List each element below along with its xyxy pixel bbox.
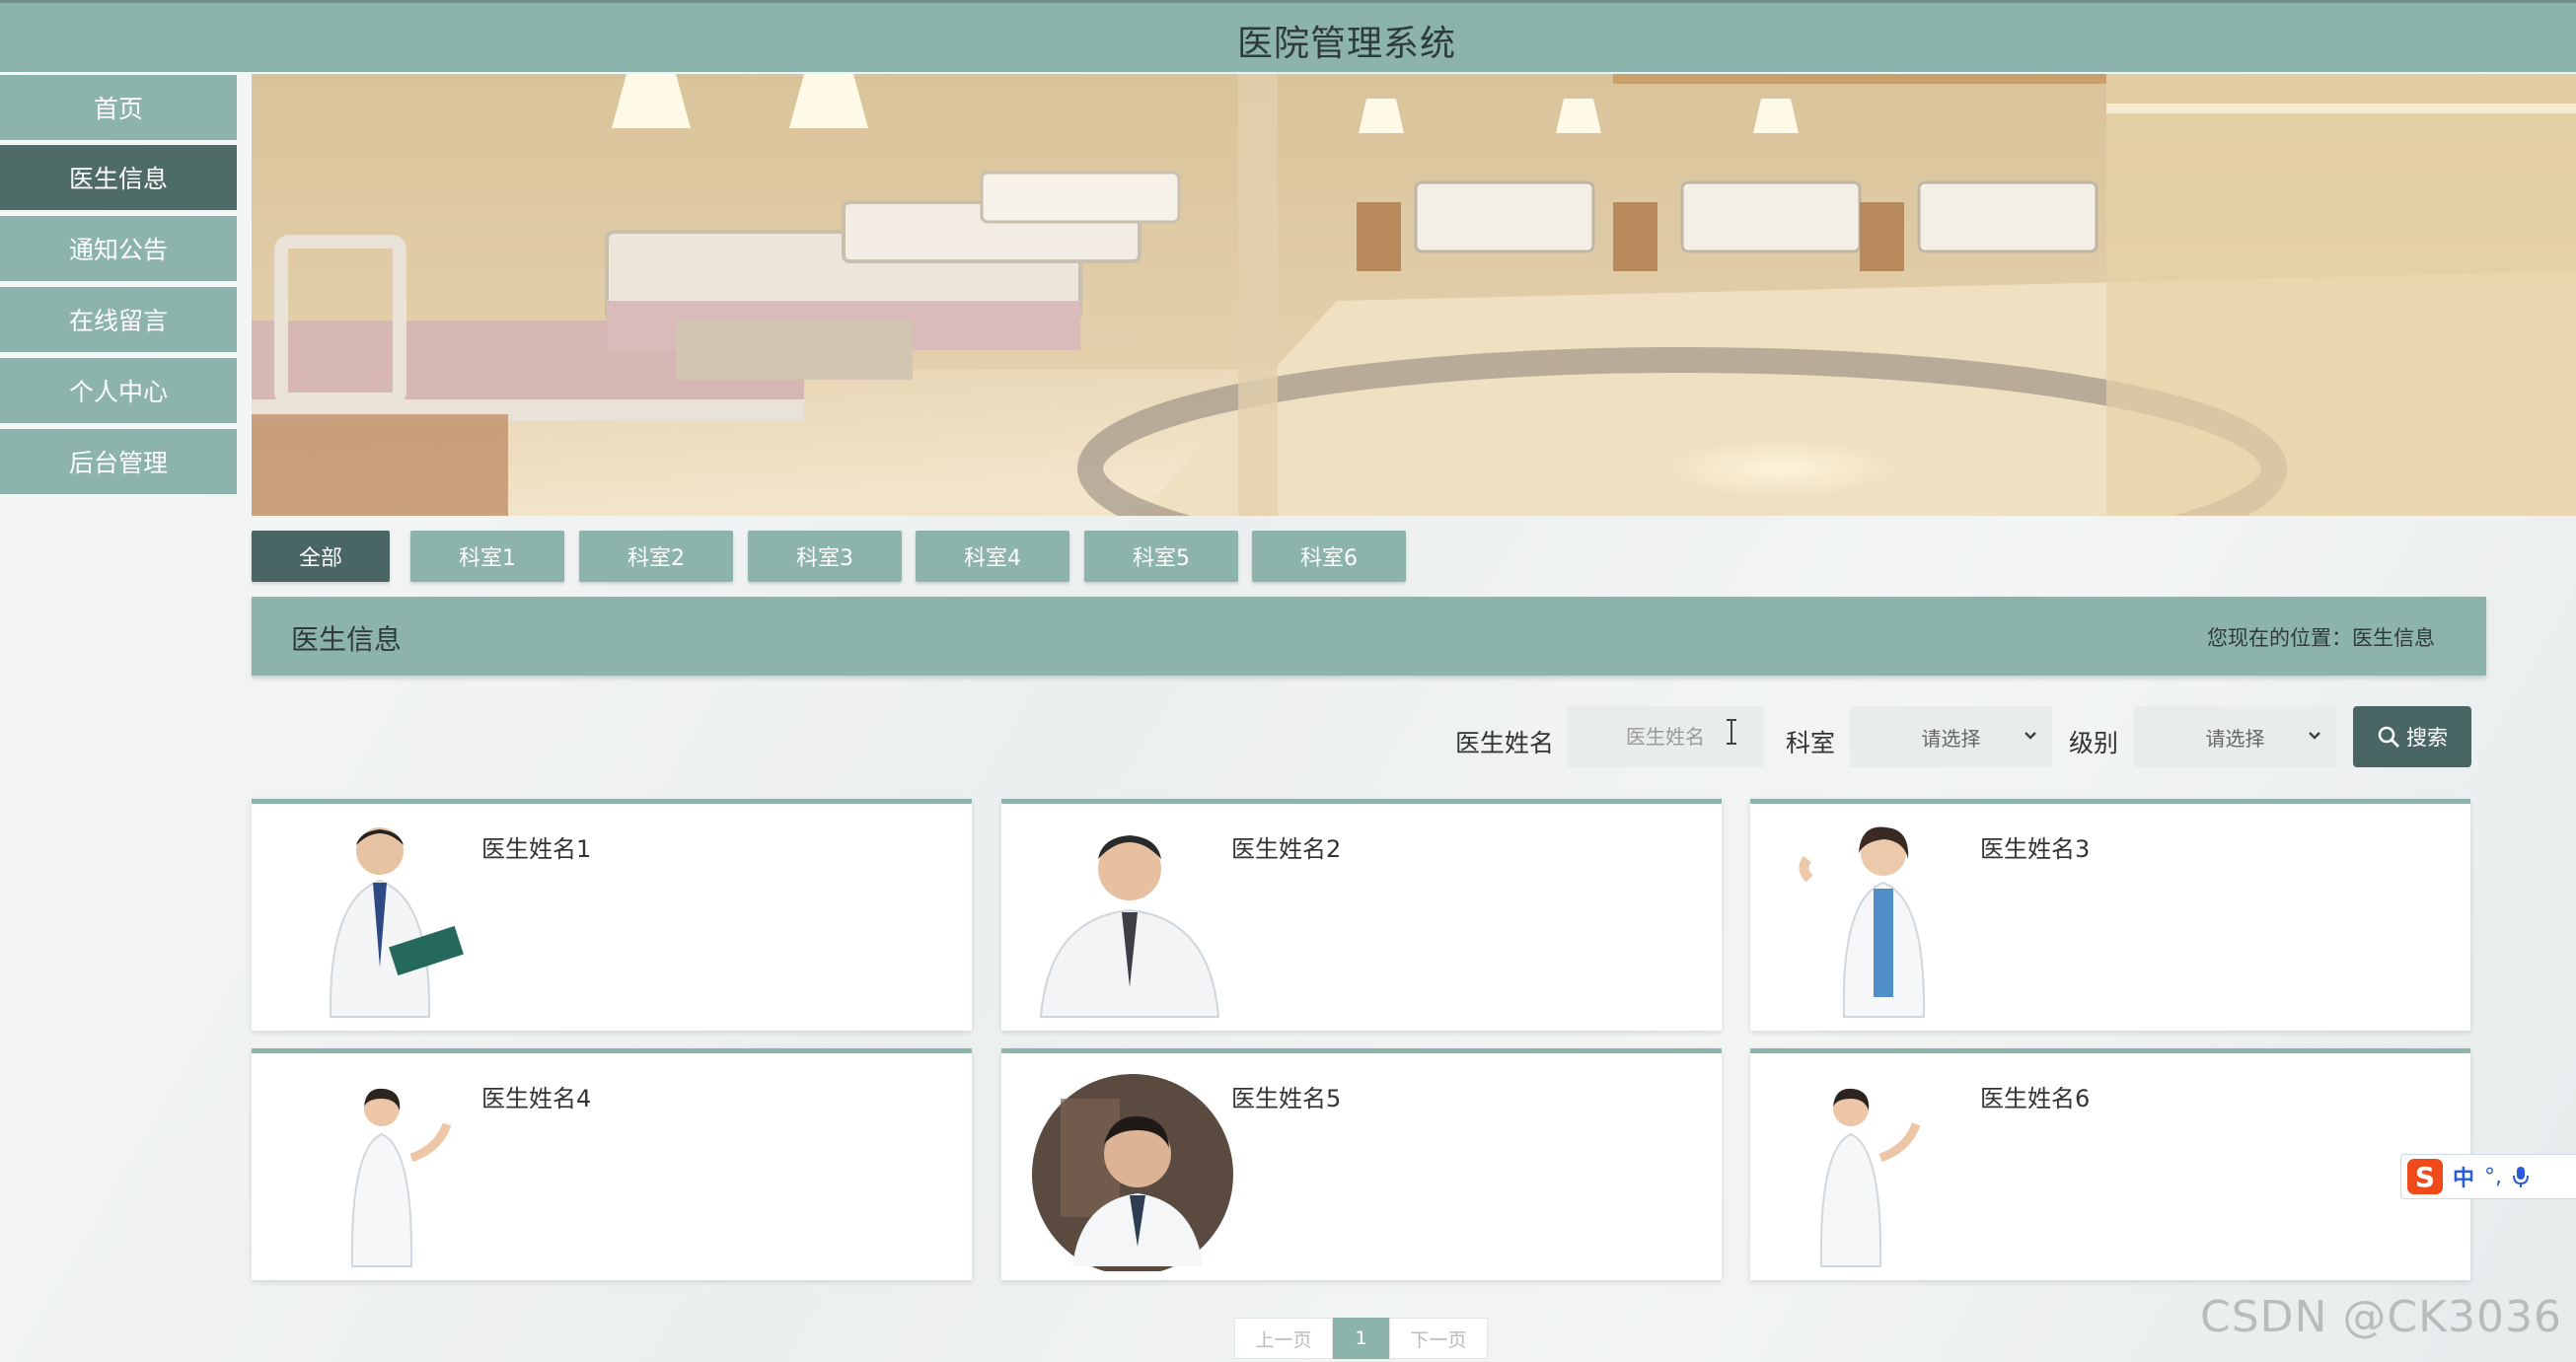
sidebar-item-notices[interactable]: 通知公告 xyxy=(0,216,237,281)
app-header: 医院管理系统 xyxy=(0,0,2576,72)
prev-page-button[interactable]: 上一页 xyxy=(1234,1318,1333,1359)
doctor-photo xyxy=(1021,1069,1238,1271)
sidebar-item-profile[interactable]: 个人中心 xyxy=(0,358,237,423)
chevron-down-icon xyxy=(2024,732,2036,740)
tab-dept-3[interactable]: 科室3 xyxy=(748,531,902,582)
doctor-name: 医生姓名6 xyxy=(1980,1085,2091,1112)
ime-toolbar[interactable]: S 中 °, xyxy=(2400,1154,2576,1199)
section-header: 医生信息 您现在的位置：医生信息 xyxy=(252,597,2486,676)
level-select[interactable]: 请选择 xyxy=(2134,706,2336,767)
doctor-photo xyxy=(1770,820,1987,1022)
ime-punctuation-toggle[interactable]: °, xyxy=(2484,1165,2502,1189)
doctor-card[interactable]: 医生姓名5 xyxy=(1001,1048,1722,1280)
search-bar: 医生姓名 科室 请选择 级别 请选择 搜索 xyxy=(0,706,2576,769)
department-select-value: 请选择 xyxy=(1921,726,1981,751)
chevron-down-icon xyxy=(2309,732,2320,740)
doctor-name: 医生姓名3 xyxy=(1980,835,2091,863)
search-button[interactable]: 搜索 xyxy=(2353,706,2471,767)
breadcrumb: 您现在的位置：医生信息 xyxy=(2207,626,2435,650)
csdn-watermark: CSDN @CK3036 xyxy=(2200,1292,2562,1342)
level-select-value: 请选择 xyxy=(2205,726,2265,751)
ime-language-toggle[interactable]: 中 xyxy=(2453,1161,2474,1192)
tab-dept-1[interactable]: 科室1 xyxy=(410,531,564,582)
sidebar-item-home[interactable]: 首页 xyxy=(0,75,237,140)
level-label: 级别 xyxy=(2069,729,2119,757)
page-number-button[interactable]: 1 xyxy=(1333,1318,1389,1359)
microphone-icon[interactable] xyxy=(2512,1165,2530,1188)
doctor-card[interactable]: 医生姓名2 xyxy=(1001,799,1722,1031)
tab-dept-6[interactable]: 科室6 xyxy=(1252,531,1406,582)
sidebar-item-messages[interactable]: 在线留言 xyxy=(0,287,237,352)
doctor-photo xyxy=(1021,820,1238,1022)
sidebar-item-doctors[interactable]: 医生信息 xyxy=(0,145,237,210)
hospital-banner-image xyxy=(252,74,2576,516)
sidebar-item-admin[interactable]: 后台管理 xyxy=(0,429,237,494)
tab-all[interactable]: 全部 xyxy=(252,531,390,582)
doctor-photo xyxy=(271,820,488,1022)
search-button-label: 搜索 xyxy=(2406,726,2448,750)
doctor-card[interactable]: 医生姓名3 xyxy=(1750,799,2470,1031)
tab-dept-5[interactable]: 科室5 xyxy=(1084,531,1238,582)
doctor-card[interactable]: 医生姓名4 xyxy=(252,1048,972,1280)
tab-dept-2[interactable]: 科室2 xyxy=(579,531,733,582)
text-cursor-icon xyxy=(1727,719,1736,745)
section-title: 医生信息 xyxy=(291,623,403,656)
tab-dept-4[interactable]: 科室4 xyxy=(916,531,1069,582)
doctor-card[interactable]: 医生姓名1 xyxy=(252,799,972,1031)
next-page-button[interactable]: 下一页 xyxy=(1389,1318,1488,1359)
sogou-logo-icon: S xyxy=(2407,1159,2443,1194)
doctor-photo xyxy=(1770,1069,1987,1271)
department-label: 科室 xyxy=(1786,729,1836,757)
doctor-name-label: 医生姓名 xyxy=(1455,729,1555,757)
doctor-photo xyxy=(271,1069,488,1271)
doctor-name: 医生姓名5 xyxy=(1231,1085,1342,1112)
app-title: 医院管理系统 xyxy=(1236,24,1456,64)
pagination: 上一页 1 下一页 xyxy=(1234,1318,1488,1359)
doctor-card[interactable]: 医生姓名6 xyxy=(1750,1048,2470,1280)
doctor-name: 医生姓名2 xyxy=(1231,835,1342,863)
search-icon xyxy=(2378,726,2399,748)
doctor-name: 医生姓名1 xyxy=(481,835,592,863)
doctor-name: 医生姓名4 xyxy=(481,1085,592,1112)
department-select[interactable]: 请选择 xyxy=(1850,706,2052,767)
